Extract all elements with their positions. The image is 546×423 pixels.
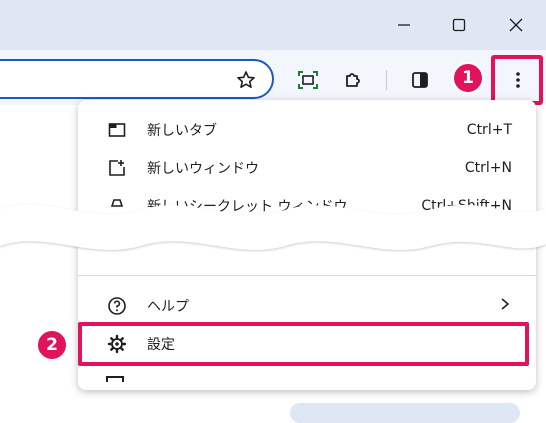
submenu-chevron-icon (500, 297, 510, 315)
page-element-partial (290, 403, 520, 423)
minimize-icon (398, 24, 410, 26)
puzzle-icon (346, 73, 360, 87)
menu-item-shortcut: Ctrl+N (464, 160, 512, 176)
torn-paper-break (0, 204, 546, 250)
menu-item-shortcut: Ctrl+T (466, 122, 512, 138)
close-window-button[interactable] (494, 8, 538, 42)
toolbar-separator (386, 70, 387, 90)
menu-item-help[interactable]: ヘルプ (78, 287, 536, 325)
bookmark-button[interactable] (231, 65, 261, 95)
minimize-button[interactable] (382, 8, 426, 42)
star-icon (237, 71, 255, 89)
settings-highlight (78, 322, 529, 366)
step-1-badge: 1 (452, 62, 484, 94)
screen-capture-button[interactable] (293, 65, 323, 95)
step-2-badge: 2 (36, 329, 68, 361)
maximize-button[interactable] (437, 8, 481, 42)
menu-item-label: 新しいウィンドウ (147, 161, 259, 177)
maximize-icon (452, 18, 466, 32)
side-panel-button[interactable] (405, 65, 435, 95)
next-menu-item-icon-partial (106, 376, 124, 382)
menu-item-label: 新しいタブ (147, 123, 217, 139)
extensions-button[interactable] (338, 65, 368, 95)
screen-capture-icon (298, 71, 318, 89)
new-window-icon (106, 157, 128, 179)
help-icon (106, 295, 128, 317)
close-icon (509, 18, 523, 32)
menu-item-new-tab[interactable]: 新しいタブ Ctrl+T (78, 111, 536, 149)
side-panel-icon (412, 72, 428, 88)
menu-item-label: ヘルプ (147, 299, 189, 315)
menu-button-highlight (491, 55, 543, 105)
menu-divider (78, 275, 536, 276)
new-tab-icon (106, 119, 128, 141)
